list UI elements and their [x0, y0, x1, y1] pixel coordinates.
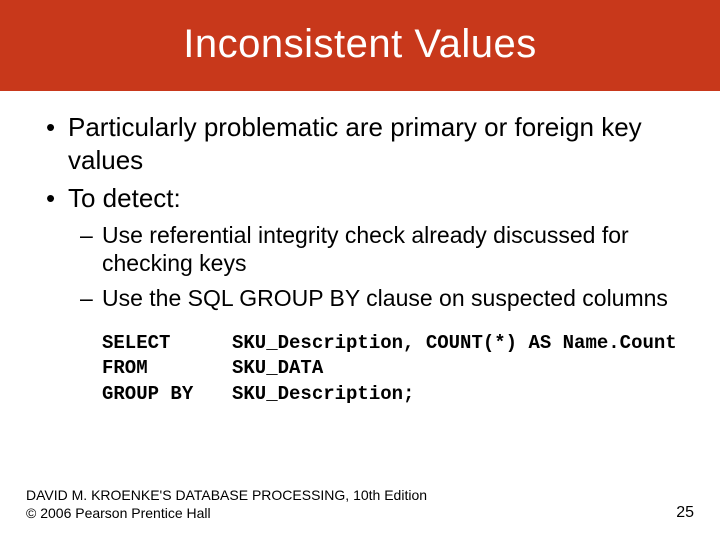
- code-line: GROUP BY SKU_Description;: [102, 382, 680, 408]
- footer-attribution: DAVID M. KROENKE'S DATABASE PROCESSING, …: [26, 487, 427, 522]
- sub-bullet-item: Use referential integrity check already …: [72, 221, 680, 279]
- footer: DAVID M. KROENKE'S DATABASE PROCESSING, …: [26, 487, 694, 522]
- sql-rest: SKU_Description;: [232, 382, 414, 408]
- slide: Inconsistent Values Particularly problem…: [0, 0, 720, 540]
- code-line: FROM SKU_DATA: [102, 356, 680, 382]
- sub-bullet-list: Use referential integrity check already …: [72, 221, 680, 313]
- bullet-item: Particularly problematic are primary or …: [40, 111, 680, 176]
- sql-keyword: SELECT: [102, 331, 232, 357]
- sql-rest: SKU_DATA: [232, 356, 323, 382]
- content-area: Particularly problematic are primary or …: [0, 91, 720, 408]
- sql-rest: SKU_Description, COUNT(*) AS Name.Count: [232, 331, 677, 357]
- sql-keyword: FROM: [102, 356, 232, 382]
- footer-line2: © 2006 Pearson Prentice Hall: [26, 505, 427, 523]
- footer-line1: DAVID M. KROENKE'S DATABASE PROCESSING, …: [26, 487, 427, 505]
- page-number: 25: [676, 504, 694, 522]
- slide-title: Inconsistent Values: [10, 22, 710, 67]
- sql-keyword: GROUP BY: [102, 382, 232, 408]
- bullet-text: To detect:: [68, 183, 181, 213]
- bullet-list: Particularly problematic are primary or …: [40, 111, 680, 408]
- sql-code-block: SELECT SKU_Description, COUNT(*) AS Name…: [102, 331, 680, 408]
- sub-bullet-item: Use the SQL GROUP BY clause on suspected…: [72, 284, 680, 313]
- bullet-item: To detect: Use referential integrity che…: [40, 182, 680, 408]
- title-bar: Inconsistent Values: [0, 0, 720, 91]
- code-line: SELECT SKU_Description, COUNT(*) AS Name…: [102, 331, 680, 357]
